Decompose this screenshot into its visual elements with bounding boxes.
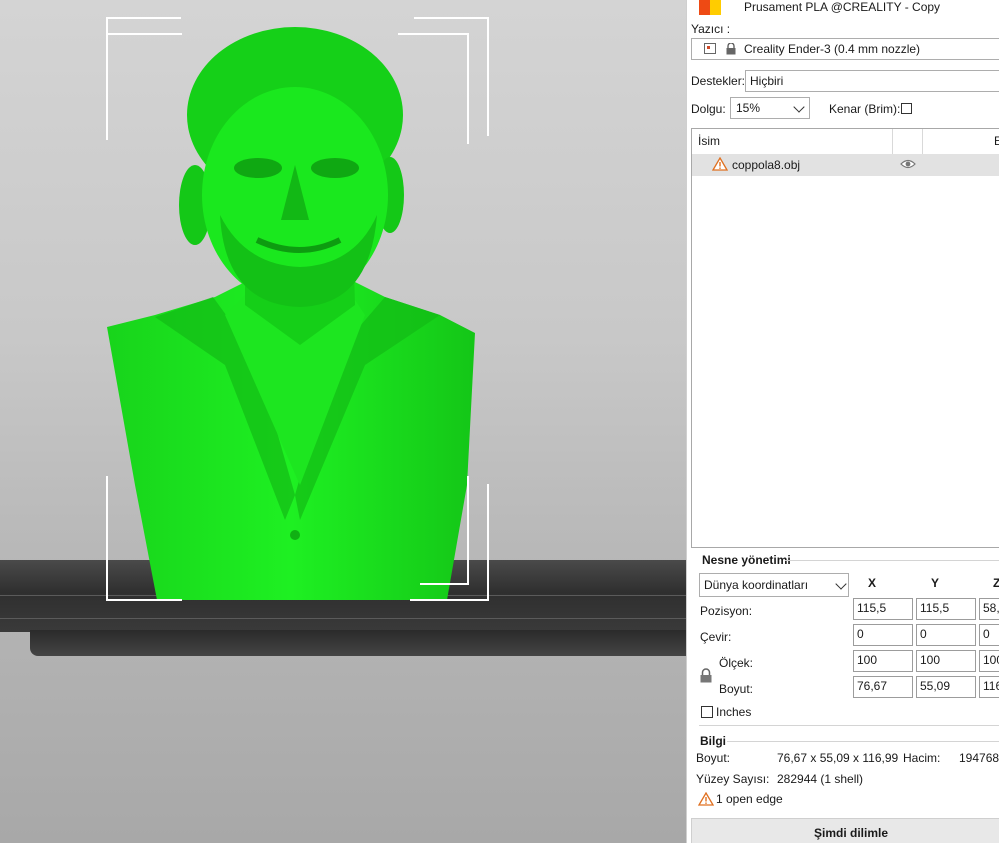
eye-icon[interactable] [900, 158, 916, 173]
sidebar-panel: Prusament PLA @CREALITY - Copy Yazıcı : … [686, 0, 999, 843]
info-facets-label: Yüzey Sayısı: [696, 772, 770, 786]
supports-value: Hiçbiri [750, 74, 784, 88]
coordinate-system-value: Dünya koordinatları [704, 578, 809, 592]
inches-label: Inches [716, 705, 752, 719]
object-manipulation-title: Nesne yönetimi [702, 553, 791, 567]
info-size-value: 76,67 x 55,09 x 116,99 [777, 751, 899, 765]
slice-now-button[interactable]: Şimdi dilimle [691, 818, 999, 843]
coordinate-system-select[interactable]: Dünya koordinatları [699, 573, 849, 597]
scale-y-input[interactable]: 100 [916, 650, 976, 672]
infill-value: 15% [736, 101, 761, 115]
size-label: Boyut: [719, 682, 754, 696]
info-size-label: Boyut: [696, 751, 731, 765]
axis-x-label: X [868, 576, 877, 590]
rotation-x-input[interactable]: 0 [853, 624, 913, 646]
object-name: coppola8.obj [732, 158, 801, 172]
lock-icon [726, 42, 736, 55]
chevron-down-icon [835, 578, 847, 590]
axis-z-label: Z [993, 576, 999, 590]
position-z-input[interactable]: 58, [979, 598, 999, 620]
axis-y-label: Y [931, 576, 940, 590]
brim-label: Kenar (Brim): [829, 102, 901, 116]
supports-select[interactable]: Hiçbiri [745, 70, 999, 92]
warning-icon[interactable] [711, 156, 729, 174]
scale-label: Ölçek: [719, 656, 754, 670]
inches-checkbox[interactable] [701, 706, 713, 718]
position-y-input[interactable]: 115,5 [916, 598, 976, 620]
warning-icon [697, 791, 715, 809]
printer-label: Yazıcı : [691, 22, 731, 36]
list-item[interactable]: coppola8.obj [692, 154, 999, 176]
info-volume-value: 194768,0 [959, 751, 999, 765]
column-name[interactable]: İsim [698, 134, 720, 148]
object-list-header: İsim E [692, 129, 999, 155]
chevron-down-icon [793, 101, 805, 113]
info-facets-value: 282944 (1 shell) [777, 772, 864, 786]
size-y-input[interactable]: 55,09 [916, 676, 976, 698]
object-list[interactable]: İsim E coppola8.obj [691, 128, 999, 548]
position-label: Pozisyon: [700, 604, 753, 618]
brim-checkbox[interactable] [901, 103, 912, 114]
infill-select[interactable]: 15% [730, 97, 810, 119]
filament-name[interactable]: Prusament PLA @CREALITY - Copy [744, 0, 940, 14]
bounding-box [106, 17, 489, 601]
printer-value: Creality Ender-3 (0.4 mm nozzle) [744, 42, 921, 56]
info-volume-label: Hacim: [903, 751, 941, 765]
filament-color-swatch[interactable] [699, 0, 721, 15]
rotation-y-input[interactable]: 0 [916, 624, 976, 646]
printer-icon [704, 43, 716, 54]
scale-lock-icon[interactable] [700, 668, 712, 686]
infill-label: Dolgu: [691, 102, 726, 116]
column-extruder[interactable]: E [994, 134, 999, 148]
printer-select[interactable]: Creality Ender-3 (0.4 mm nozzle) [691, 38, 999, 60]
size-x-input[interactable]: 76,67 [853, 676, 913, 698]
3d-viewport[interactable] [0, 0, 686, 843]
scale-z-input[interactable]: 100 [979, 650, 999, 672]
rotation-z-input[interactable]: 0 [979, 624, 999, 646]
info-warning-text: 1 open edge [716, 792, 783, 806]
rotation-label: Çevir: [700, 630, 732, 644]
scale-x-input[interactable]: 100 [853, 650, 913, 672]
size-z-input[interactable]: 116 [979, 676, 999, 698]
position-x-input[interactable]: 115,5 [853, 598, 913, 620]
info-title: Bilgi [700, 734, 726, 748]
supports-label: Destekler: [691, 74, 746, 88]
